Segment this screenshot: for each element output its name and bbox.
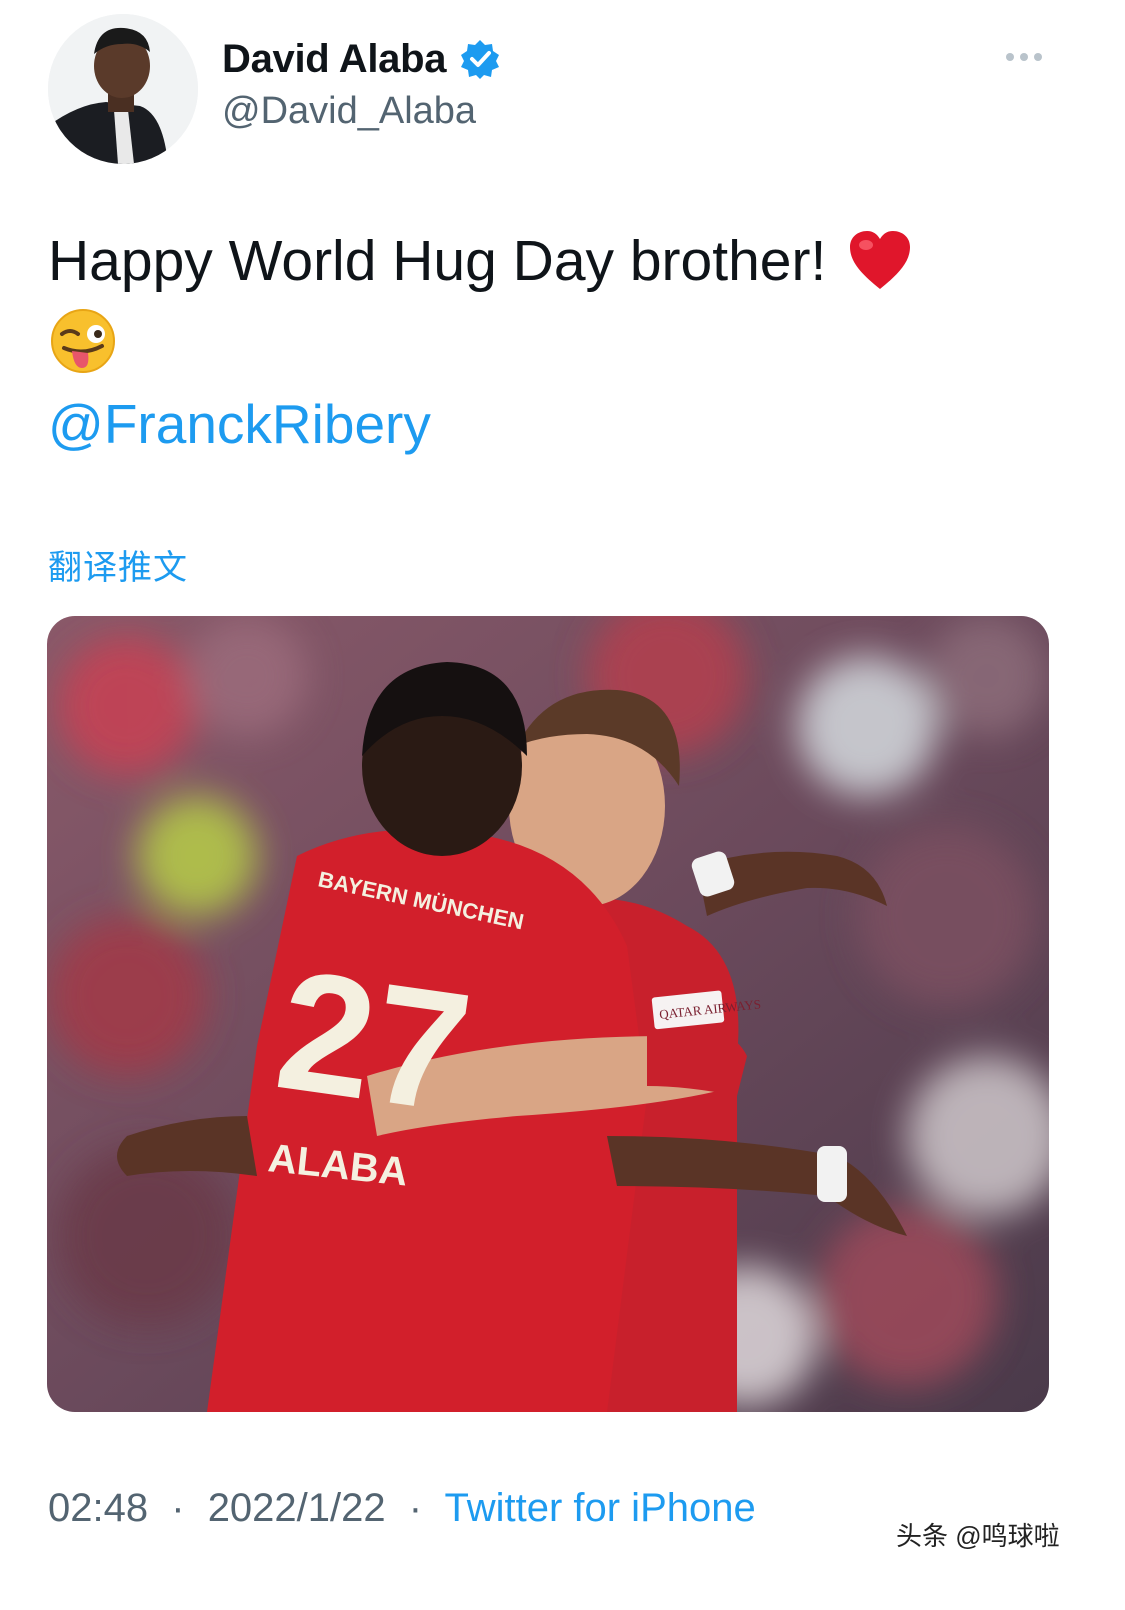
meta-separator: · bbox=[171, 1486, 185, 1530]
more-options-icon[interactable] bbox=[998, 40, 1050, 74]
tweet-source-link[interactable]: Twitter for iPhone bbox=[444, 1486, 755, 1530]
tweet-photo[interactable]: BAYERN MÜNCHEN 27 ALABA QATAR AIRWAYS bbox=[47, 616, 1049, 1412]
tweet-date: 2022/1/22 bbox=[207, 1486, 386, 1530]
user-handle[interactable]: @David_Alaba bbox=[222, 90, 476, 133]
red-heart-icon bbox=[850, 231, 911, 289]
display-name[interactable]: David Alaba bbox=[222, 37, 446, 82]
jersey-number-text: 27 bbox=[267, 934, 481, 1148]
name-row: David Alaba bbox=[222, 36, 500, 82]
avatar-photo-icon bbox=[48, 14, 198, 164]
tweet-time: 02:48 bbox=[48, 1486, 149, 1530]
meta-separator: · bbox=[408, 1486, 423, 1530]
watermark: 头条 @鸣球啦 bbox=[896, 1521, 1060, 1551]
avatar[interactable] bbox=[48, 14, 198, 164]
hug-photo: BAYERN MÜNCHEN 27 ALABA QATAR AIRWAYS bbox=[47, 616, 1049, 1412]
tweet-text: Happy World Hug Day brother! bbox=[48, 222, 1048, 376]
mention-link[interactable]: @FranckRibery bbox=[48, 392, 431, 456]
verified-badge-icon bbox=[461, 40, 500, 79]
translate-tweet-link[interactable]: 翻译推文 bbox=[48, 540, 188, 589]
tweet-meta: 02:48 · 2022/1/22 · Twitter for iPhone bbox=[48, 1486, 756, 1531]
winking-face-icon bbox=[51, 309, 115, 373]
tweet-text-line: Happy World Hug Day brother! bbox=[48, 229, 827, 293]
